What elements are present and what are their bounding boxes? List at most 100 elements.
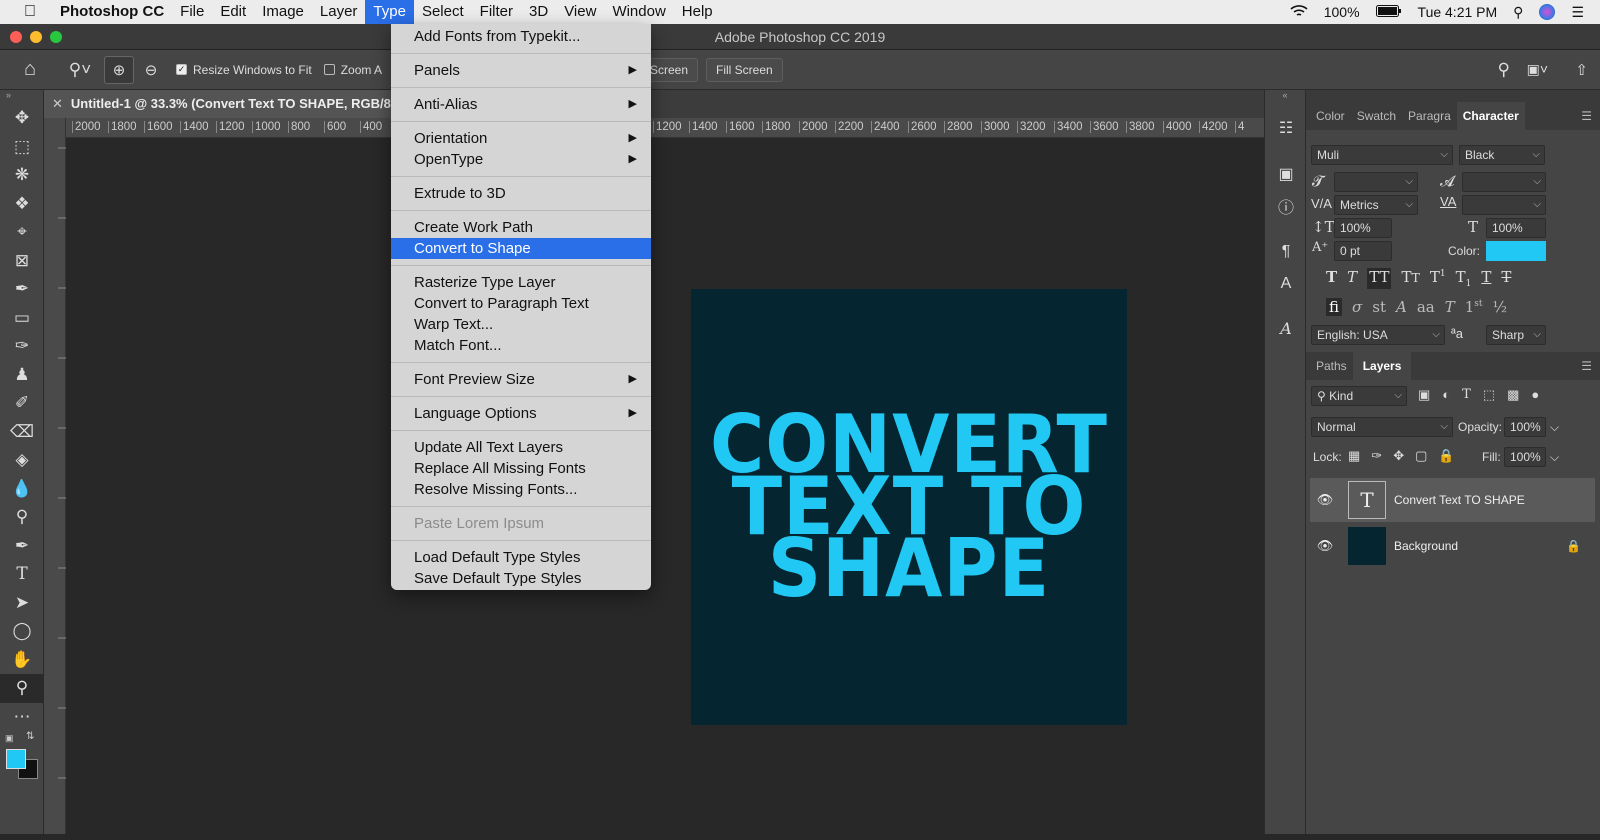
pen-tool-icon[interactable]: ✒ — [0, 532, 44, 561]
foreground-color-swatch[interactable] — [6, 749, 26, 769]
lock-image-icon[interactable]: ✑ — [1371, 448, 1382, 464]
menu-help[interactable]: Help — [674, 0, 721, 24]
canvas-area[interactable]: CONVERT TEXT TO SHAPE — [66, 138, 1264, 834]
menu-item-extrude-3d[interactable]: Extrude to 3D — [391, 183, 651, 204]
menu-window[interactable]: Window — [604, 0, 673, 24]
menu-item-language-options[interactable]: Language Options ▶ — [391, 403, 651, 424]
vertical-ruler[interactable] — [44, 118, 66, 834]
menu-item-load-default-styles[interactable]: Load Default Type Styles — [391, 547, 651, 568]
filter-pixel-icon[interactable]: ▣ — [1418, 387, 1430, 403]
hand-tool-icon[interactable]: ✋ — [0, 646, 44, 675]
menu-item-opentype[interactable]: OpenType ▶ — [391, 149, 651, 170]
battery-icon[interactable] — [1375, 4, 1402, 20]
more-tools-icon[interactable]: ⋯ — [0, 703, 44, 732]
collapse-arrows-icon[interactable]: » — [0, 90, 43, 104]
filter-type-icon[interactable]: T — [1462, 387, 1471, 403]
move-tool-icon[interactable]: ✥ — [0, 104, 44, 133]
document-tab[interactable]: ✕ Untitled-1 @ 33.3% (Convert Text TO SHA… — [44, 90, 394, 118]
menu-view[interactable]: View — [556, 0, 604, 24]
tab-paragraph[interactable]: Paragra — [1402, 102, 1457, 130]
fill-screen-button[interactable]: Fill Screen — [706, 57, 783, 82]
lasso-tool-icon[interactable]: ❋ — [0, 161, 44, 190]
menu-image[interactable]: Image — [254, 0, 312, 24]
font-family-select[interactable]: Muli ⌵ — [1311, 145, 1453, 165]
collapse-arrows-icon[interactable]: « — [1265, 90, 1305, 104]
visibility-eye-icon[interactable]: 👁 — [1310, 492, 1340, 508]
menu-filter[interactable]: Filter — [472, 0, 521, 24]
menu-item-save-default-styles[interactable]: Save Default Type Styles — [391, 568, 651, 589]
horizontal-ruler[interactable]: 2000 1800 1600 1400 1200 1000 800 600 40… — [66, 118, 1264, 138]
vertical-scale-input[interactable]: 100% — [1334, 218, 1392, 238]
history-panel-icon[interactable]: ☷ — [1265, 112, 1307, 144]
faux-italic-icon[interactable]: T — [1347, 268, 1357, 289]
titling-alternates-icon[interactable]: T — [1445, 298, 1455, 316]
anti-alias-select[interactable]: Sharp ⌵ — [1486, 325, 1546, 345]
layer-name[interactable]: Convert Text TO SHAPE — [1394, 493, 1525, 507]
glyphs-panel-icon[interactable]: A — [1265, 312, 1307, 344]
ligatures-icon[interactable]: fi — [1326, 298, 1343, 316]
subscript-icon[interactable]: T1 — [1456, 268, 1472, 289]
font-size-input[interactable]: ⌵ — [1334, 172, 1418, 192]
menu-item-convert-to-shape[interactable]: Convert to Shape — [391, 238, 651, 259]
strikethrough-icon[interactable]: T — [1501, 268, 1511, 289]
menu-item-rasterize[interactable]: Rasterize Type Layer — [391, 272, 651, 293]
filter-toggle-icon[interactable]: ● — [1531, 387, 1539, 403]
siri-icon[interactable] — [1539, 4, 1556, 20]
zoom-tool-preset-icon[interactable]: ⚲˅ — [60, 60, 100, 80]
history-brush-tool-icon[interactable]: ✐ — [0, 389, 44, 418]
menu-item-panels[interactable]: Panels ▶ — [391, 60, 651, 81]
clock[interactable]: Tue 4:21 PM — [1418, 4, 1498, 20]
brush-tool-icon[interactable]: ✑ — [0, 332, 44, 361]
menu-3d[interactable]: 3D — [521, 0, 556, 24]
menu-item-add-fonts[interactable]: Add Fonts from Typekit... — [391, 26, 651, 47]
crop-tool-icon[interactable]: ⌖ — [0, 218, 44, 247]
all-caps-icon[interactable]: TT — [1367, 268, 1392, 289]
language-select[interactable]: English: USA ⌵ — [1311, 325, 1445, 345]
blend-mode-select[interactable]: Normal ⌵ — [1311, 417, 1453, 437]
text-color-swatch[interactable] — [1486, 241, 1546, 261]
menu-select[interactable]: Select — [414, 0, 472, 24]
3d-panel-icon[interactable]: ▣ — [1265, 158, 1307, 190]
tab-character[interactable]: Character — [1456, 102, 1525, 130]
eyedropper-tool-icon[interactable]: ✒ — [0, 275, 44, 304]
filter-adjustment-icon[interactable]: ◐ — [1442, 387, 1450, 403]
menu-item-update-all-text[interactable]: Update All Text Layers — [391, 437, 651, 458]
lock-artboard-icon[interactable]: ▢ — [1415, 448, 1427, 464]
old-style-icon[interactable]: σ — [1352, 298, 1362, 316]
zoom-in-icon[interactable]: ⊕ — [104, 55, 134, 84]
wifi-icon[interactable] — [1290, 4, 1308, 21]
tab-swatches[interactable]: Swatch — [1351, 102, 1402, 130]
fill-input[interactable]: 100% — [1504, 447, 1546, 467]
zoom-all-checkbox[interactable]: Zoom A — [323, 63, 382, 77]
info-panel-icon[interactable]: ⓘ — [1265, 190, 1307, 222]
dodge-tool-icon[interactable]: ⚲ — [0, 503, 44, 532]
swash-icon[interactable]: A — [1396, 298, 1407, 316]
healing-brush-tool-icon[interactable]: ▭ — [0, 304, 44, 333]
visibility-eye-icon[interactable]: 👁 — [1310, 538, 1340, 554]
notification-center-icon[interactable]: ☰ — [1571, 4, 1584, 21]
menu-item-resolve-missing-fonts[interactable]: Resolve Missing Fonts... — [391, 479, 651, 500]
menu-item-match-font[interactable]: Match Font... — [391, 335, 651, 356]
chevron-down-icon[interactable]: ⌵ — [1550, 450, 1559, 465]
resize-windows-checkbox[interactable]: ✓ Resize Windows to Fit — [176, 63, 312, 77]
ellipse-tool-icon[interactable]: ◯ — [0, 617, 44, 646]
home-icon[interactable]: ⌂ — [0, 58, 60, 81]
ordinals-icon[interactable]: 1st — [1465, 298, 1483, 316]
stylistic-alternates-icon[interactable]: aa — [1417, 298, 1435, 316]
share-icon[interactable]: ⇧ — [1575, 61, 1588, 79]
close-document-icon[interactable]: ✕ — [52, 96, 63, 111]
lock-all-icon[interactable]: 🔒 — [1438, 448, 1454, 464]
tracking-select[interactable]: ⌵ — [1462, 195, 1546, 215]
paragraph-styles-icon[interactable]: ¶ — [1265, 236, 1307, 268]
menu-item-orientation[interactable]: Orientation ▶ — [391, 128, 651, 149]
zoom-out-icon[interactable]: ⊖ — [134, 61, 168, 79]
clone-stamp-tool-icon[interactable]: ♟ — [0, 361, 44, 390]
layer-row[interactable]: 👁 Background 🔒 — [1310, 524, 1595, 568]
kerning-select[interactable]: Metrics ⌵ — [1334, 195, 1418, 215]
menu-app[interactable]: Photoshop CC — [60, 0, 172, 24]
baseline-shift-input[interactable]: 0 pt — [1334, 241, 1392, 261]
menu-layer[interactable]: Layer — [312, 0, 366, 24]
workspace-icon[interactable]: ▣˅ — [1527, 61, 1548, 78]
apple-icon[interactable]:  — [0, 3, 60, 21]
menu-file[interactable]: File — [172, 0, 212, 24]
